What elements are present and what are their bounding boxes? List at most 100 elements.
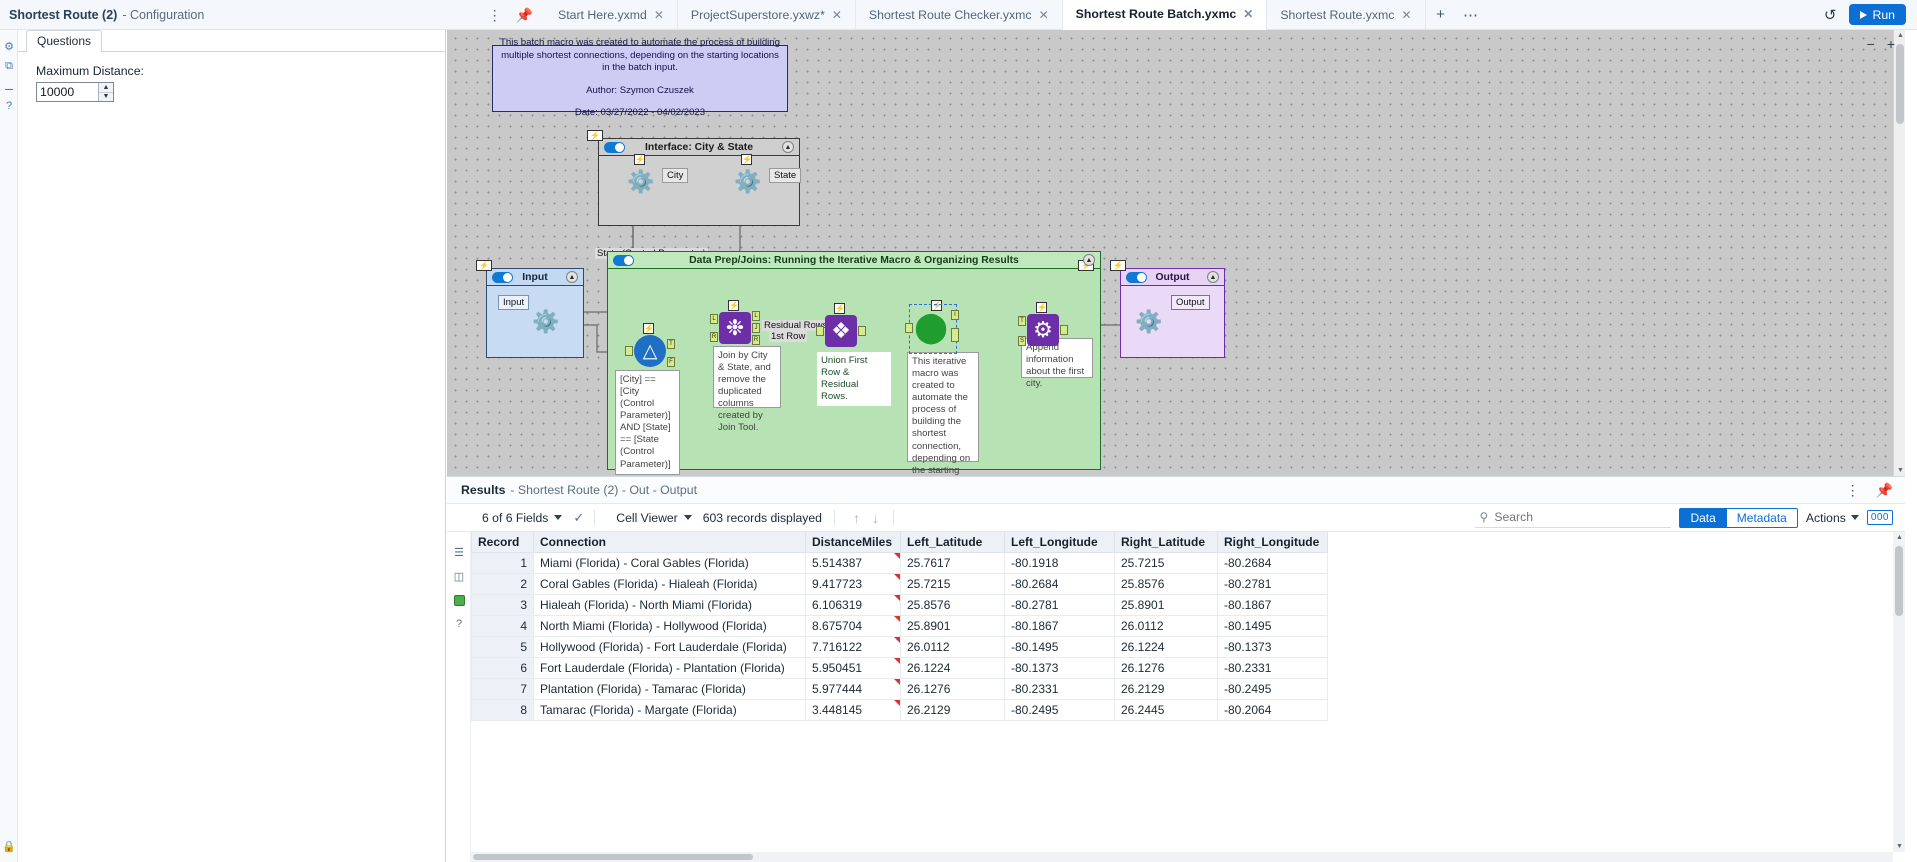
port-true[interactable]: T xyxy=(667,339,675,349)
tab-shortest-route-batch[interactable]: Shortest Route Batch.yxmc ✕ xyxy=(1062,0,1268,30)
tool-iterative-macro[interactable]: ⚡ ⬤ I xyxy=(905,300,959,354)
scroll-down-icon[interactable]: ▼ xyxy=(1897,467,1904,474)
pin-icon[interactable]: 📌 xyxy=(1876,482,1893,499)
scrollbar-thumb[interactable] xyxy=(1895,546,1903,616)
column-header[interactable]: Connection xyxy=(533,532,806,553)
tool-macro-output[interactable]: ⚙️ xyxy=(1133,306,1165,338)
tool-join[interactable]: ⚡ ❉ L R L J R xyxy=(710,300,760,345)
stepper-down-icon[interactable]: ▼ xyxy=(99,91,113,102)
tab-metadata[interactable]: Metadata xyxy=(1726,507,1798,528)
port-out-r[interactable]: R xyxy=(752,335,760,345)
tab-questions[interactable]: Questions xyxy=(26,30,103,52)
port-right[interactable]: R xyxy=(710,332,718,342)
run-button[interactable]: Run xyxy=(1849,4,1906,25)
port-false[interactable]: F xyxy=(667,357,675,367)
history-clock-icon[interactable]: ↺ xyxy=(1824,6,1837,24)
table-row[interactable]: 1 Miami (Florida) - Coral Gables (Florid… xyxy=(471,552,1328,574)
pin-icon[interactable]: 📌 xyxy=(516,8,533,22)
tab-project-superstore[interactable]: ProjectSuperstore.yxwz* ✕ xyxy=(678,0,856,30)
port-output-o[interactable] xyxy=(951,328,959,342)
stepper-up-icon[interactable]: ▲ xyxy=(99,83,113,92)
close-icon[interactable]: ✕ xyxy=(832,8,842,22)
tab-data[interactable]: Data xyxy=(1679,507,1727,528)
zoom-out-icon[interactable]: − xyxy=(1867,37,1875,51)
zoom-in-icon[interactable]: + xyxy=(1887,37,1895,51)
table-row[interactable]: 7 Plantation (Florida) - Tamarac (Florid… xyxy=(471,678,1328,700)
column-header[interactable]: Left_Latitude xyxy=(900,532,1005,553)
new-tab-button[interactable]: + xyxy=(1426,0,1456,30)
canvas-vertical-scrollbar[interactable]: ▲ ▼ xyxy=(1893,30,1905,476)
column-header[interactable]: Right_Latitude xyxy=(1114,532,1218,553)
kebab-menu-icon[interactable]: ⋮ xyxy=(1846,482,1860,499)
chevron-up-icon[interactable]: ▲ xyxy=(782,141,794,153)
share-icon[interactable]: ⧉ xyxy=(0,56,18,76)
annotation-iterative-macro[interactable]: This iterative macro was created to auto… xyxy=(907,352,979,476)
layout-icon[interactable]: ◫ xyxy=(447,564,471,588)
container-toggle[interactable] xyxy=(604,141,625,153)
chevron-up-icon[interactable]: ▲ xyxy=(1207,271,1219,283)
container-input[interactable]: Input ▲ Input ⚙️ xyxy=(486,268,584,358)
previous-record-icon[interactable]: ↑ xyxy=(847,510,866,526)
container-toggle[interactable] xyxy=(492,271,513,283)
scroll-down-icon[interactable]: ▼ xyxy=(1896,843,1903,850)
gear-icon[interactable]: ⚙ xyxy=(0,36,18,56)
port-output[interactable] xyxy=(1060,325,1068,335)
results-vertical-scrollbar[interactable]: ▲ ▼ xyxy=(1893,532,1905,852)
tool-union[interactable]: ⚡ ❖ xyxy=(816,303,866,347)
kebab-menu-icon[interactable]: ⋮ xyxy=(488,8,502,22)
table-row[interactable]: 6 Fort Lauderdale (Florida) - Plantation… xyxy=(471,657,1328,679)
annotation-filter[interactable]: [City] == [City (Control Parameter)] AND… xyxy=(615,370,680,475)
cell-viewer-selector[interactable]: Cell Viewer xyxy=(605,504,702,532)
tool-city-control-param[interactable]: ⚡ ⚙️ xyxy=(625,154,657,198)
actions-menu[interactable]: Actions xyxy=(1806,511,1859,525)
maximum-distance-stepper[interactable]: ▲ ▼ xyxy=(36,82,114,102)
port-output[interactable] xyxy=(858,326,866,336)
port-input[interactable] xyxy=(816,326,824,336)
container-toggle[interactable] xyxy=(613,254,634,266)
port-input[interactable] xyxy=(625,346,633,356)
status-green-icon[interactable] xyxy=(447,588,471,612)
tool-macro-input[interactable]: ⚙️ xyxy=(530,306,562,338)
port-source[interactable]: S xyxy=(1018,336,1026,346)
grid-view-icon[interactable]: ☰ xyxy=(447,540,471,564)
column-header[interactable]: Right_Longitude xyxy=(1217,532,1328,553)
more-tabs-icon[interactable]: ⋯ xyxy=(1456,0,1486,30)
close-icon[interactable]: ✕ xyxy=(1039,8,1049,22)
search-box[interactable]: ⚲ xyxy=(1475,507,1672,528)
help-icon[interactable]: ? xyxy=(0,96,18,116)
annotation-union[interactable]: Union First Row & Residual Rows. xyxy=(817,352,891,407)
results-horizontal-scrollbar[interactable] xyxy=(471,852,1893,862)
column-header[interactable]: Left_Longitude xyxy=(1004,532,1115,553)
maximum-distance-input[interactable] xyxy=(37,83,98,101)
container-output[interactable]: Output ▲ Output ⚙️ xyxy=(1120,268,1225,358)
column-header[interactable]: Record xyxy=(471,532,534,553)
checkmark-icon[interactable]: ✓ xyxy=(573,510,584,526)
annotation-join[interactable]: Join by City & State, and remove the dup… xyxy=(713,346,781,433)
column-header[interactable]: DistanceMiles xyxy=(805,532,901,553)
table-row[interactable]: 5 Hollywood (Florida) - Fort Lauderdale … xyxy=(471,636,1328,658)
tool-filter[interactable]: ⚡ △ T F xyxy=(625,323,675,367)
port-out-l[interactable]: L xyxy=(752,311,760,321)
close-icon[interactable]: ✕ xyxy=(1401,8,1411,22)
tab-shortest-route[interactable]: Shortest Route.yxmc ✕ xyxy=(1267,0,1426,30)
workflow-canvas[interactable]: − + This batch macro was created to auto… xyxy=(447,30,1905,476)
results-table-wrapper[interactable]: Record Connection DistanceMiles Left_Lat… xyxy=(471,532,1893,850)
close-icon[interactable]: ✕ xyxy=(1243,7,1253,21)
table-row[interactable]: 8 Tamarac (Florida) - Margate (Florida) … xyxy=(471,699,1328,721)
scrollbar-thumb[interactable] xyxy=(473,854,753,860)
container-interface[interactable]: Interface: City & State ▲ ⚡ ⚙️ City ⚡ ⚙️… xyxy=(598,138,802,226)
table-row[interactable]: 4 North Miami (Florida) - Hollywood (Flo… xyxy=(471,615,1328,637)
table-row[interactable]: 3 Hialeah (Florida) - North Miami (Flori… xyxy=(471,594,1328,616)
lock-icon[interactable]: 🔒 xyxy=(0,836,18,856)
table-row[interactable]: 2 Coral Gables (Florida) - Hialeah (Flor… xyxy=(471,573,1328,595)
port-out-j[interactable]: J xyxy=(752,323,760,333)
tab-shortest-route-checker[interactable]: Shortest Route Checker.yxmc ✕ xyxy=(856,0,1063,30)
close-icon[interactable]: ✕ xyxy=(654,8,664,22)
tab-start-here[interactable]: Start Here.yxmd ✕ xyxy=(545,0,678,30)
next-record-icon[interactable]: ↓ xyxy=(866,510,885,526)
port-left[interactable]: L xyxy=(710,314,718,324)
chevron-up-icon[interactable]: ▲ xyxy=(1083,254,1095,266)
tool-state-control-param[interactable]: ⚡ ⚙️ xyxy=(732,154,764,198)
fields-selector[interactable]: 6 of 6 Fields xyxy=(471,504,573,532)
container-toggle[interactable] xyxy=(1126,271,1147,283)
